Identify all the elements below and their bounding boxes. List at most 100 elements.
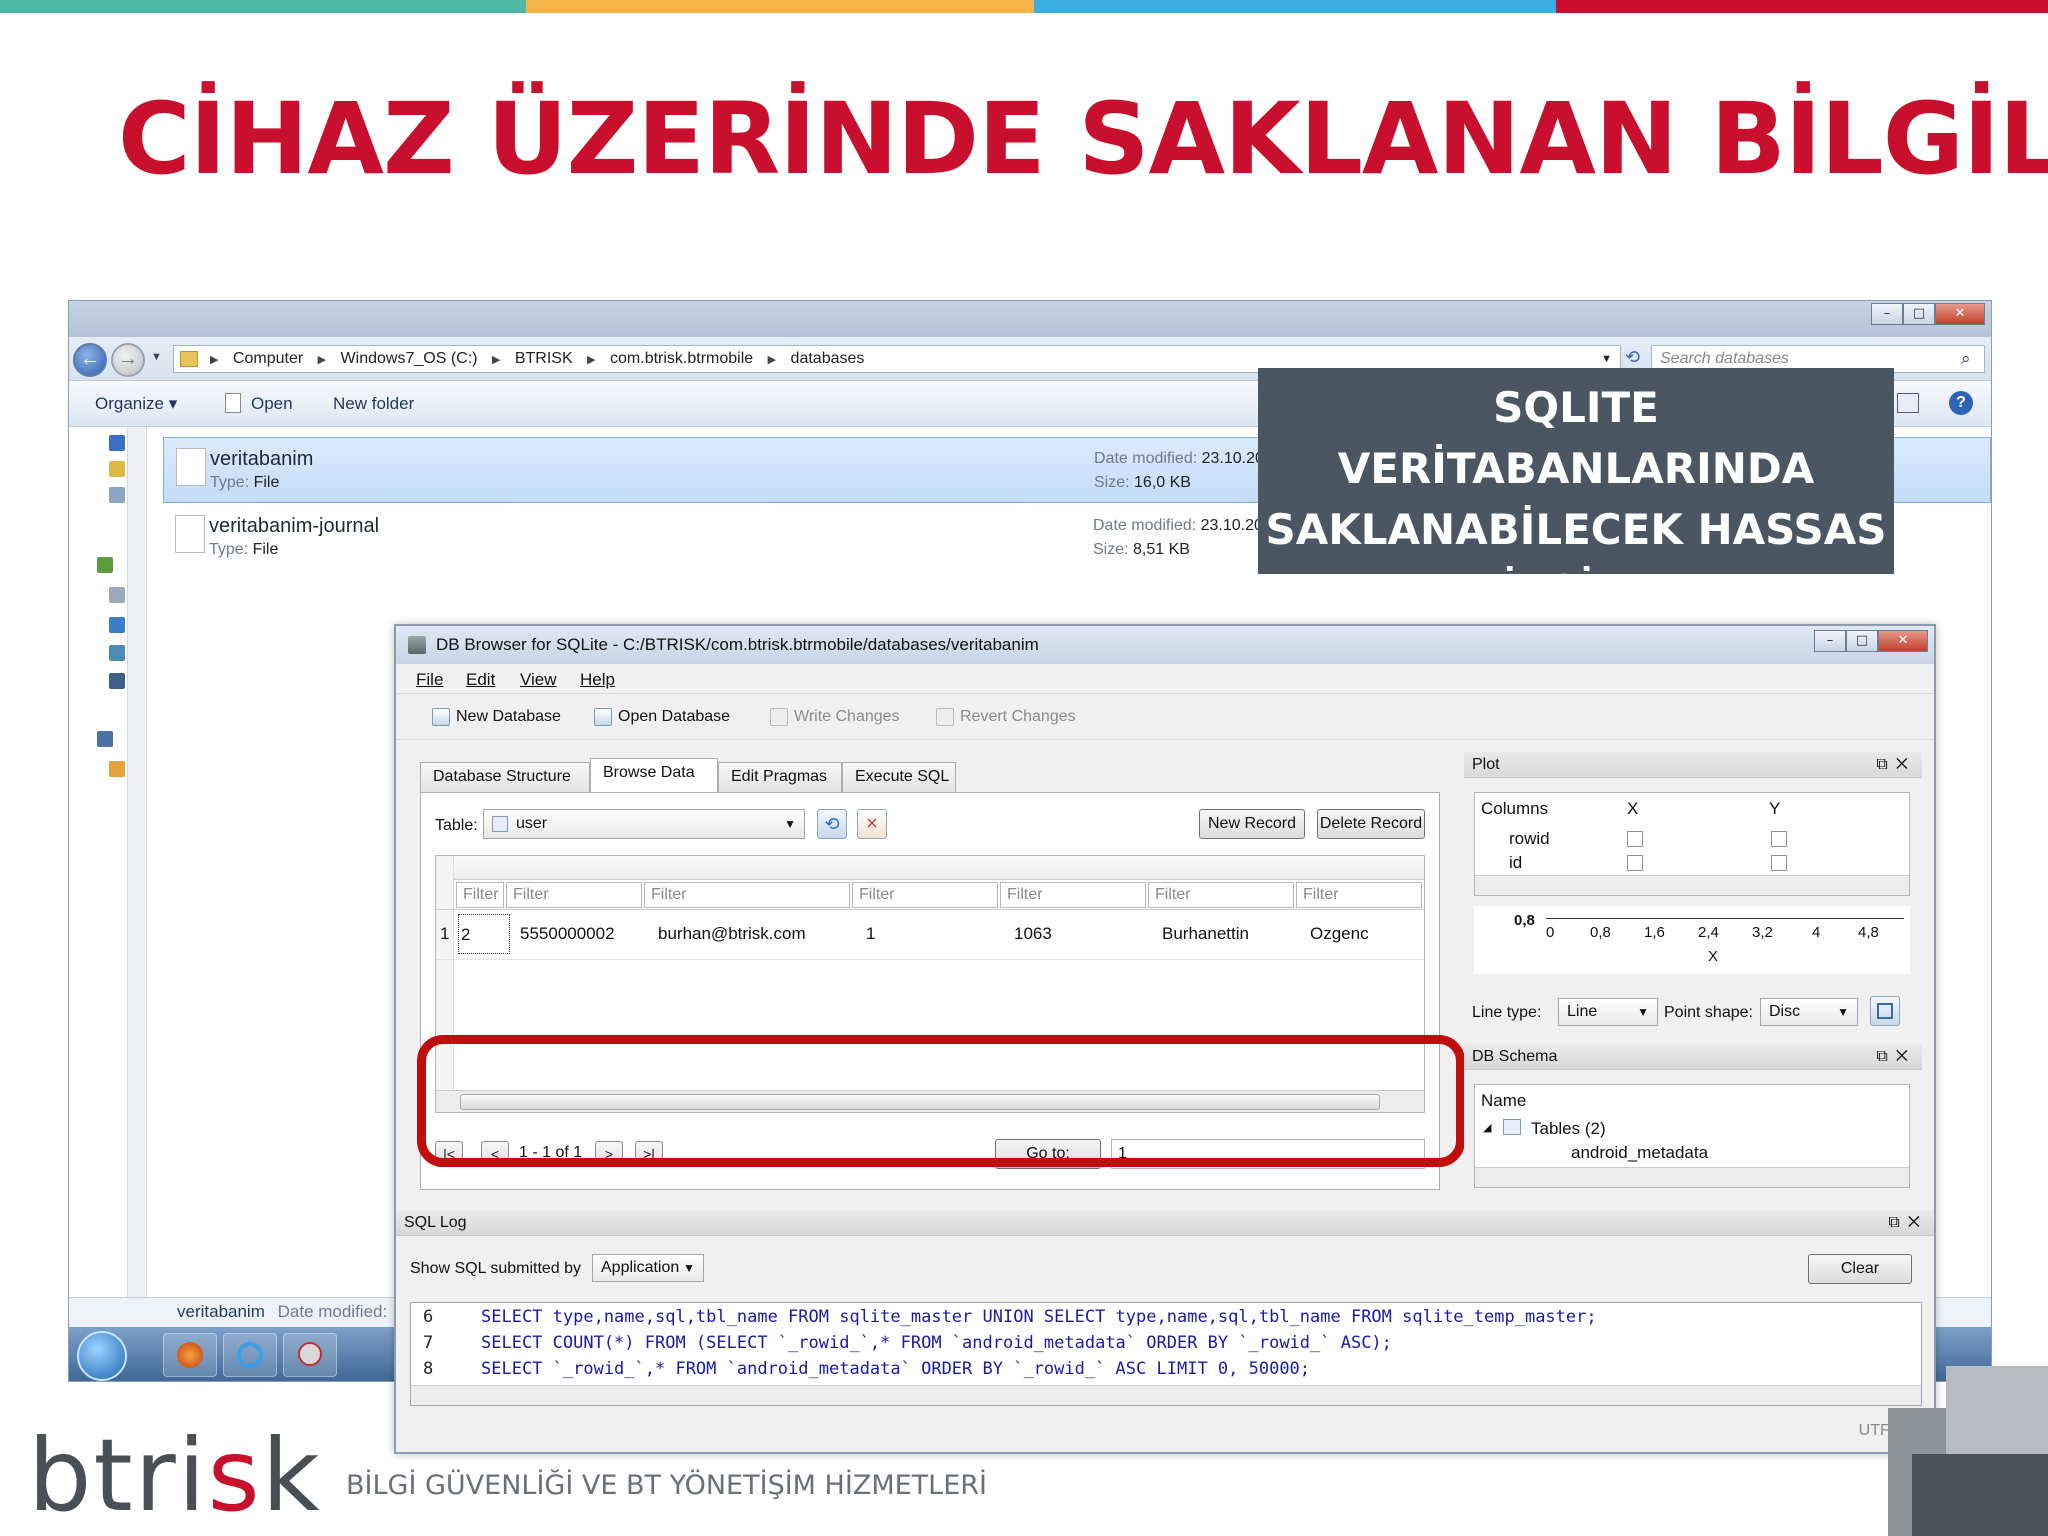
close-button[interactable]: ✕ bbox=[1878, 630, 1928, 652]
goto-input[interactable]: 1 bbox=[1111, 1139, 1425, 1169]
homegroup-icon[interactable] bbox=[97, 557, 113, 573]
menu-file[interactable]: File bbox=[416, 670, 443, 690]
sql-source-select[interactable]: Application ▼ bbox=[592, 1254, 704, 1282]
cell-first-name[interactable]: Burhanettin bbox=[1162, 924, 1249, 944]
scroll-thumb[interactable] bbox=[460, 1094, 1380, 1110]
table-label: Table: bbox=[435, 817, 478, 834]
filter-input[interactable]: Filter bbox=[1296, 882, 1422, 908]
menu-help[interactable]: Help bbox=[580, 670, 615, 690]
drive-icon[interactable] bbox=[109, 761, 125, 777]
y-checkbox[interactable] bbox=[1771, 855, 1787, 871]
close-icon[interactable]: ✕ bbox=[1908, 1214, 1928, 1231]
breadcrumb-item[interactable]: com.btrisk.btrmobile bbox=[610, 346, 753, 372]
undock-icon[interactable]: ⧉ bbox=[1888, 1214, 1907, 1231]
favorites-icon[interactable] bbox=[109, 435, 125, 451]
write-changes-button[interactable]: Write Changes bbox=[770, 708, 900, 726]
revert-changes-button[interactable]: Revert Changes bbox=[936, 708, 1076, 726]
computer-icon[interactable] bbox=[109, 587, 125, 603]
grid-horizontal-scrollbar[interactable] bbox=[436, 1090, 1424, 1112]
prev-record-button[interactable]: < bbox=[481, 1141, 509, 1167]
network-icon[interactable] bbox=[97, 731, 113, 747]
libraries-icon[interactable] bbox=[109, 461, 125, 477]
forward-button[interactable]: → bbox=[111, 343, 145, 377]
cell-number[interactable]: 1063 bbox=[1014, 924, 1052, 944]
tab-execute-sql[interactable]: Execute SQL bbox=[842, 762, 956, 792]
breadcrumb-item[interactable]: databases bbox=[791, 346, 865, 372]
organize-button[interactable]: Organize ▾ bbox=[95, 394, 177, 414]
x-checkbox[interactable] bbox=[1627, 831, 1643, 847]
menu-edit[interactable]: Edit bbox=[466, 670, 495, 690]
videos-icon[interactable] bbox=[109, 673, 125, 689]
close-button[interactable]: ✕ bbox=[1935, 303, 1985, 325]
cell-phone[interactable]: 5550000002 bbox=[520, 924, 615, 944]
undock-icon[interactable]: ⧉ bbox=[1876, 1048, 1895, 1065]
breadcrumb-item[interactable]: Windows7_OS (C:) bbox=[341, 346, 478, 372]
sql-log-editor[interactable]: 6 SELECT type,name,sql,tbl_name FROM sqli… bbox=[410, 1302, 1922, 1406]
breadcrumb-item[interactable]: BTRISK bbox=[515, 346, 573, 372]
cell-id[interactable]: 2 bbox=[458, 914, 510, 954]
close-icon[interactable]: ✕ bbox=[1896, 1048, 1916, 1065]
delete-record-button[interactable]: Delete Record bbox=[1317, 809, 1425, 839]
refresh-icon[interactable]: ⟲ bbox=[1625, 347, 1640, 368]
tab-database-structure[interactable]: Database Structure bbox=[420, 762, 590, 792]
minimize-button[interactable]: – bbox=[1871, 303, 1903, 325]
minimize-button[interactable]: – bbox=[1814, 630, 1846, 652]
pictures-icon[interactable] bbox=[109, 645, 125, 661]
undock-icon[interactable]: ⧉ bbox=[1876, 756, 1895, 773]
back-button[interactable]: ← bbox=[73, 343, 107, 377]
table-row[interactable]: 1 2 5550000002 burhan@btrisk.com 1 1063 … bbox=[436, 910, 1424, 960]
maximize-button[interactable]: □ bbox=[1903, 303, 1935, 325]
start-button[interactable] bbox=[77, 1331, 127, 1381]
tree-item-table[interactable]: android_metadata bbox=[1571, 1143, 1708, 1163]
clear-filters-button[interactable]: ⨯ bbox=[857, 809, 887, 839]
tab-browse-data[interactable]: Browse Data bbox=[590, 758, 718, 792]
last-record-button[interactable]: >| bbox=[635, 1141, 663, 1167]
new-folder-button[interactable]: New folder bbox=[333, 394, 414, 414]
refresh-button[interactable]: ⟲ bbox=[817, 809, 847, 839]
tree-item-tables[interactable]: Tables (2) bbox=[1531, 1119, 1606, 1139]
next-record-button[interactable]: > bbox=[595, 1141, 623, 1167]
menu-view[interactable]: View bbox=[520, 670, 557, 690]
maximize-button[interactable]: □ bbox=[1846, 630, 1878, 652]
y-checkbox[interactable] bbox=[1771, 831, 1787, 847]
preview-pane-icon[interactable] bbox=[1897, 393, 1919, 413]
filter-input[interactable]: Filter bbox=[456, 882, 504, 908]
filter-input[interactable]: Filter bbox=[1148, 882, 1294, 908]
first-record-button[interactable]: |< bbox=[435, 1141, 463, 1167]
filter-input[interactable]: Filter bbox=[506, 882, 642, 908]
new-record-button[interactable]: New Record bbox=[1199, 809, 1305, 839]
clear-log-button[interactable]: Clear bbox=[1808, 1254, 1912, 1284]
save-plot-button[interactable] bbox=[1870, 996, 1900, 1026]
filter-input[interactable]: Filter bbox=[644, 882, 850, 908]
cell-flag[interactable]: 1 bbox=[866, 924, 875, 944]
cell-email[interactable]: burhan@btrisk.com bbox=[658, 924, 806, 944]
line-type-select[interactable]: Line ▼ bbox=[1558, 998, 1658, 1026]
point-shape-select[interactable]: Disc ▼ bbox=[1760, 998, 1858, 1026]
table-select[interactable]: user ▼ bbox=[483, 809, 805, 839]
goto-button[interactable]: Go to: bbox=[995, 1139, 1101, 1169]
tab-edit-pragmas[interactable]: Edit Pragmas bbox=[718, 762, 842, 792]
recent-pages-chevron-icon[interactable]: ▼ bbox=[151, 351, 162, 363]
help-icon[interactable]: ? bbox=[1949, 391, 1973, 415]
close-icon[interactable]: ✕ bbox=[1896, 756, 1916, 773]
music-icon[interactable] bbox=[109, 617, 125, 633]
navigation-scrollbar[interactable] bbox=[127, 427, 145, 1297]
expand-icon[interactable]: ◢ bbox=[1483, 1121, 1491, 1134]
cell-last-name[interactable]: Ozgenc bbox=[1310, 924, 1369, 944]
firefox-taskbar-icon[interactable] bbox=[163, 1333, 217, 1377]
app-taskbar-icon[interactable] bbox=[283, 1333, 337, 1377]
filter-input[interactable]: Filter bbox=[1000, 882, 1146, 908]
open-database-button[interactable]: Open Database bbox=[594, 708, 730, 726]
ie-taskbar-icon[interactable] bbox=[223, 1333, 277, 1377]
plot-list-scrollbar[interactable] bbox=[1475, 875, 1909, 895]
x-checkbox[interactable] bbox=[1627, 855, 1643, 871]
schema-scrollbar[interactable] bbox=[1475, 1167, 1909, 1187]
sql-log-scrollbar[interactable] bbox=[411, 1385, 1921, 1405]
table-icon bbox=[492, 816, 508, 832]
documents-icon[interactable] bbox=[109, 487, 125, 503]
open-button[interactable]: Open bbox=[251, 394, 293, 414]
search-icon[interactable]: ⌕ bbox=[1961, 349, 1971, 369]
filter-input[interactable]: Filter bbox=[852, 882, 998, 908]
breadcrumb-item[interactable]: Computer bbox=[233, 346, 303, 372]
new-database-button[interactable]: New Database bbox=[432, 708, 561, 726]
